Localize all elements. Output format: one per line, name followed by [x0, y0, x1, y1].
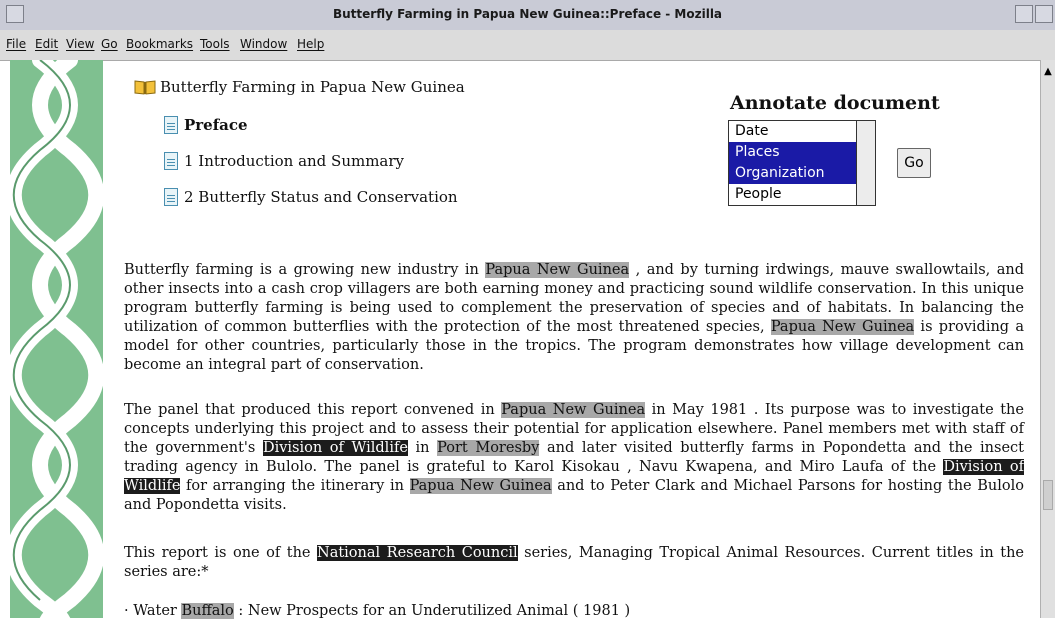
go-button[interactable]: Go: [897, 148, 931, 178]
page-scrollbar[interactable]: ▲: [1040, 60, 1055, 618]
text-run: : New Prospects for an Underutilized Ani…: [233, 603, 631, 619]
menu-file[interactable]: File: [6, 37, 26, 51]
place-annotation[interactable]: Papua New Guinea: [485, 262, 630, 278]
organization-annotation[interactable]: Division of Wildlife: [262, 440, 408, 456]
maximize-button[interactable]: [1035, 5, 1053, 23]
menu-view[interactable]: View: [66, 37, 94, 51]
tree-item-label: Preface: [184, 116, 248, 134]
document-content: Butterfly Farming in Papua New Guinea Pr…: [120, 60, 1030, 621]
menu-help[interactable]: Help: [297, 37, 324, 51]
place-annotation[interactable]: Port Moresby: [437, 440, 540, 456]
listbox-option-places[interactable]: Places: [729, 142, 859, 163]
text-run: Butterfly farming is a growing new indus…: [124, 262, 486, 278]
menu-tools[interactable]: Tools: [200, 37, 230, 51]
place-annotation[interactable]: Papua New Guinea: [501, 402, 646, 418]
annotation-type-listbox[interactable]: Date Places Organization People: [728, 120, 876, 206]
menubar: File Edit View Go Bookmarks Tools Window…: [0, 30, 1055, 61]
minimize-button[interactable]: [1015, 5, 1033, 23]
text-run: in: [407, 440, 438, 456]
place-annotation[interactable]: Papua New Guinea: [409, 478, 552, 494]
document-icon: [164, 188, 178, 206]
tree-book-row[interactable]: Butterfly Farming in Papua New Guinea: [134, 78, 465, 96]
listbox-scrollbar[interactable]: [856, 121, 875, 205]
paragraph-3: This report is one of the National Resea…: [124, 544, 1024, 582]
tree-item-introduction[interactable]: 1 Introduction and Summary: [164, 152, 404, 170]
text-run: This report is one of the: [124, 545, 317, 561]
place-annotation[interactable]: Papua New Guinea: [770, 319, 915, 335]
tree-item-label: 1 Introduction and Summary: [184, 152, 405, 170]
text-run: for arranging the itinerary in: [180, 478, 410, 494]
document-icon: [164, 152, 178, 170]
tree-book-label: Butterfly Farming in Papua New Guinea: [160, 78, 465, 96]
listbox-option-organization[interactable]: Organization: [729, 163, 859, 184]
listbox-option-people[interactable]: People: [729, 184, 859, 205]
listbox-option-date[interactable]: Date: [729, 121, 859, 142]
open-book-icon: [134, 79, 156, 95]
window-titlebar: Butterfly Farming in Papua New Guinea::P…: [0, 0, 1055, 31]
organization-annotation[interactable]: National Research Council: [317, 545, 518, 561]
scroll-thumb[interactable]: [1043, 480, 1053, 510]
tree-item-preface[interactable]: Preface: [164, 116, 248, 134]
document-icon: [164, 116, 178, 134]
annotate-title: Annotate document: [730, 92, 940, 114]
window-title: Butterfly Farming in Papua New Guinea::P…: [332, 7, 723, 21]
text-run: The panel that produced this report conv…: [124, 402, 502, 418]
menu-edit[interactable]: Edit: [35, 37, 58, 51]
text-run: · Water: [124, 603, 182, 619]
tree-item-butterfly-status[interactable]: 2 Butterfly Status and Conservation: [164, 188, 458, 206]
scroll-up-icon[interactable]: ▲: [1042, 66, 1054, 78]
menu-go[interactable]: Go: [101, 37, 118, 51]
menu-bookmarks[interactable]: Bookmarks: [126, 37, 193, 51]
menu-window[interactable]: Window: [240, 37, 287, 51]
tree-item-label: 2 Butterfly Status and Conservation: [184, 188, 458, 206]
braid-pattern-icon: [10, 60, 103, 618]
animal-annotation[interactable]: Buffalo: [181, 603, 234, 619]
decorative-strip: [10, 60, 103, 618]
paragraph-1: Butterfly farming is a growing new indus…: [124, 261, 1024, 375]
paragraph-4: · Water Buffalo : New Prospects for an U…: [124, 602, 1024, 621]
paragraph-2: The panel that produced this report conv…: [124, 401, 1024, 515]
